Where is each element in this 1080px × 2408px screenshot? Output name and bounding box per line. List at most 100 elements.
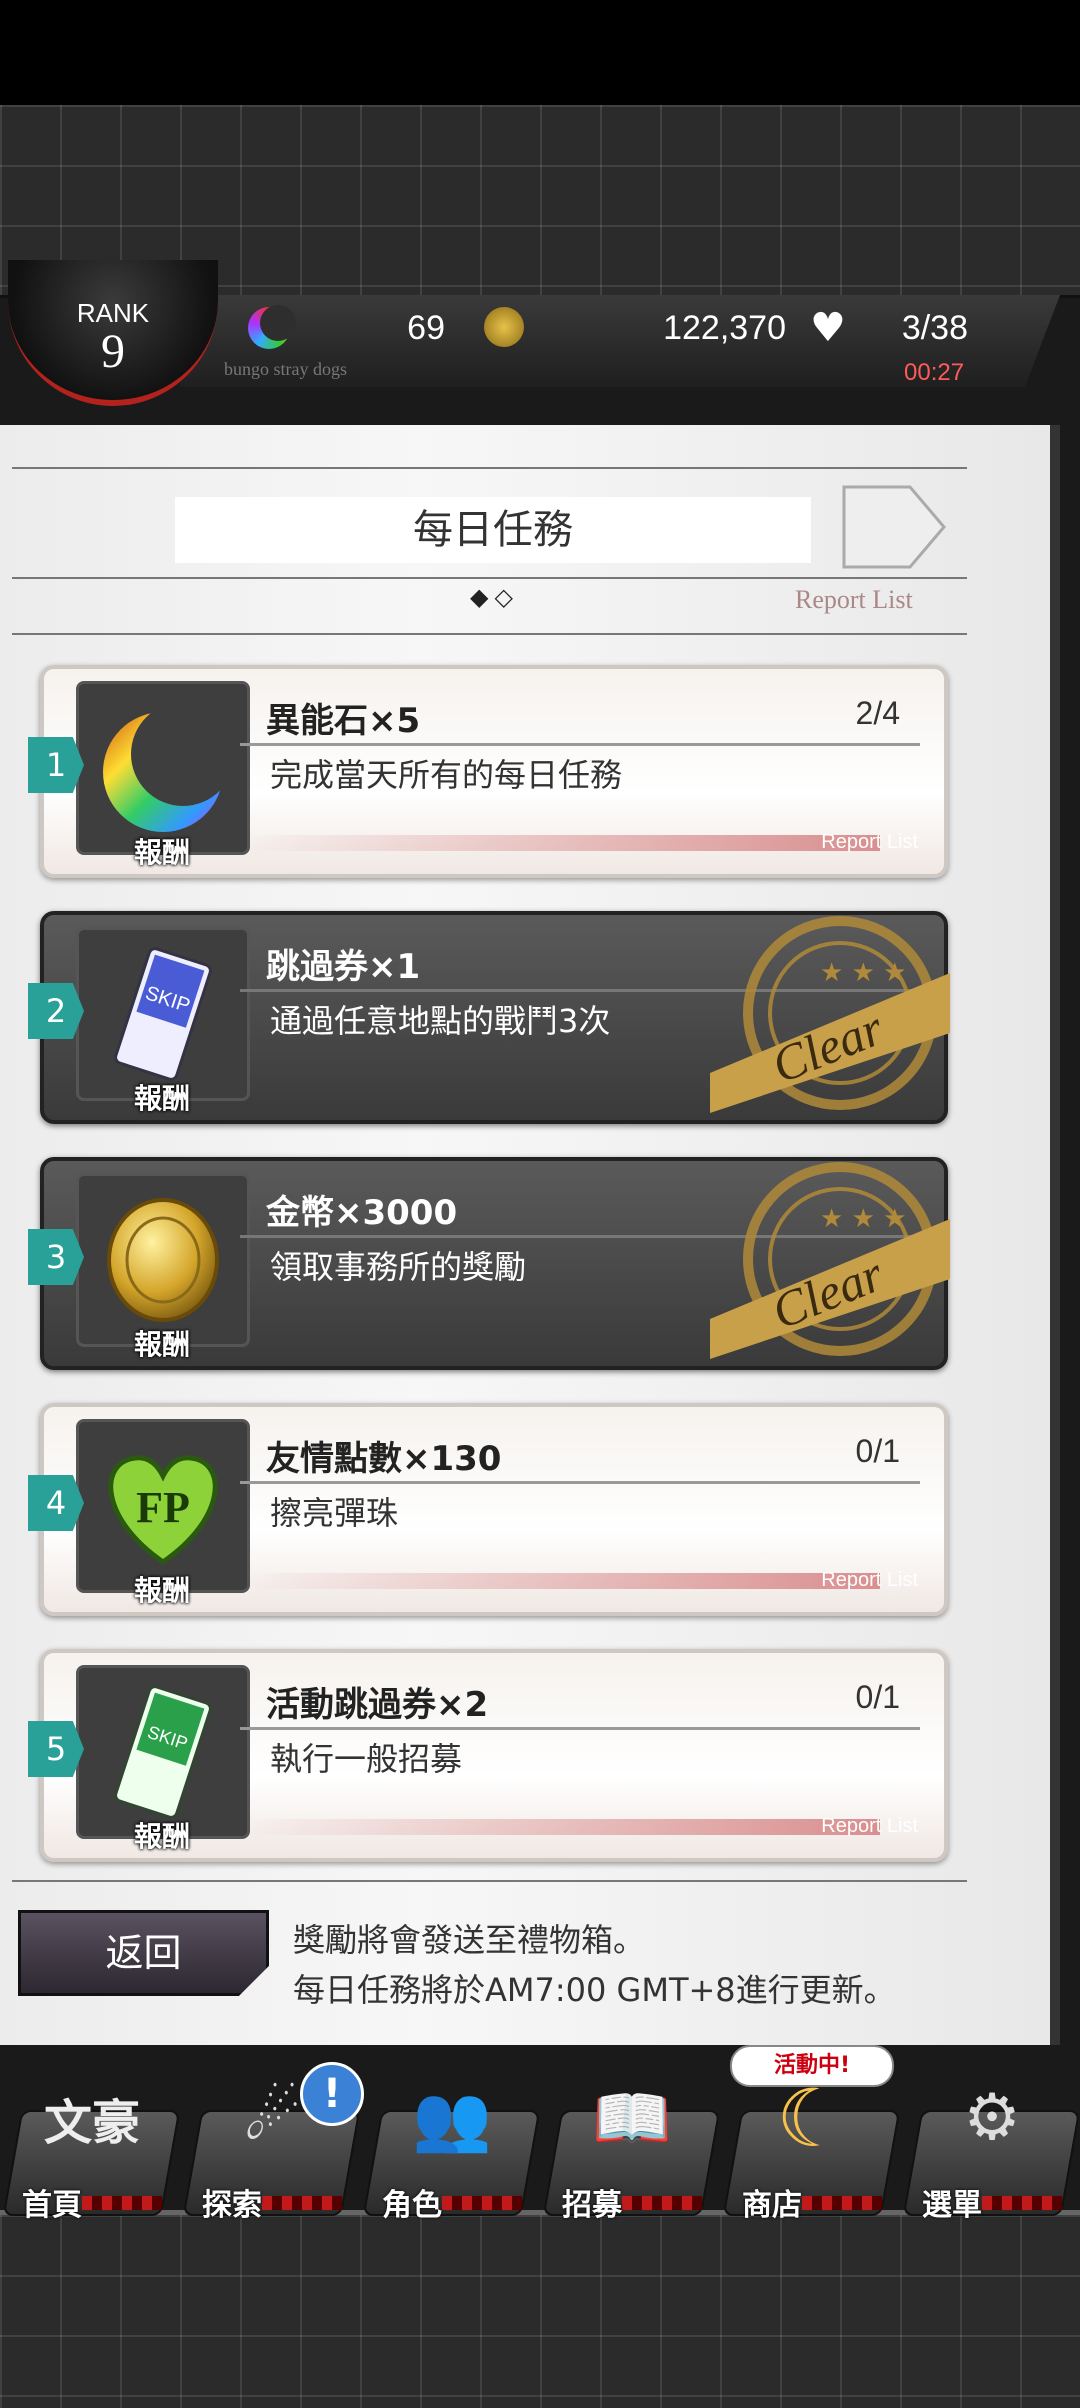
mission-panel: 每日任務 ◆◇ Report List 1 報酬 異能石×5 完成當天所有的每日…: [0, 425, 1060, 2045]
reward-label: 報酬: [133, 836, 190, 869]
characters-icon: 👥: [412, 2081, 492, 2156]
reward-icon-box: [76, 681, 250, 855]
nav-strip: [802, 2196, 882, 2210]
stamp-text: Clear: [764, 1245, 891, 1340]
nav-strip: [82, 2196, 162, 2210]
mission-description: 領取事務所的獎勵: [270, 1248, 527, 1286]
nav-menu[interactable]: ⚙ 選單: [902, 2070, 1080, 2223]
system-status-bar: [0, 0, 1080, 105]
mission-card[interactable]: FP 4 報酬 友情點數×130 擦亮彈珠 0/1 Report List: [28, 1403, 948, 1616]
mission-number: 4: [28, 1475, 84, 1531]
mission-number: 2: [28, 983, 84, 1039]
notice-line-2: 每日任務將於AM7:00 GMT+8進行更新。: [293, 1971, 896, 2009]
progress-bar: [240, 1819, 880, 1835]
nav-characters[interactable]: 👥 角色: [362, 2070, 541, 2223]
rainbow-crescent-stone-icon: [103, 702, 235, 832]
menu-gear-icon: ⚙: [963, 2081, 1021, 2155]
explore-alert-badge: !: [300, 2062, 364, 2126]
clear-stamp-icon: ★ ★ ★ Clear: [710, 1162, 950, 1359]
report-list-link[interactable]: Report List: [795, 585, 913, 615]
mission-reward-title: 跳過券×1: [266, 947, 421, 987]
nav-strip: [982, 2196, 1062, 2210]
page-indicator: ◆◇: [470, 583, 519, 611]
nav-strip: [442, 2196, 522, 2210]
fp-heart-icon: FP: [108, 1455, 218, 1566]
notice-text: 獎勵將會發送至禮物箱。 每日任務將於AM7:00 GMT+8進行更新。: [293, 1915, 896, 2015]
divider: [12, 577, 967, 579]
player-status-bar: RANK 9 69 122,370 ♥ 3/38 bungo stray dog…: [0, 260, 1080, 406]
nav-label: 選單: [922, 2188, 982, 2223]
next-page-button[interactable]: [840, 483, 948, 571]
nav-label: 首頁: [22, 2188, 82, 2223]
recruit-book-icon: 📖: [592, 2081, 672, 2156]
nav-label: 招募: [562, 2188, 622, 2223]
reward-icon-box: SKIP: [76, 927, 250, 1101]
divider: [12, 467, 967, 469]
progress-bar: [240, 835, 880, 851]
reward-label: 報酬: [133, 1820, 190, 1853]
panel-title: 每日任務: [175, 497, 811, 563]
mission-description: 執行一般招募: [270, 1740, 463, 1778]
event-skip-ticket-icon: SKIP: [114, 1685, 212, 1819]
nav-label: 商店: [742, 2188, 802, 2223]
reward-icon-box: [76, 1173, 250, 1347]
nav-shop[interactable]: ☾ 商店: [722, 2070, 901, 2223]
event-active-bubble: 活動中!: [730, 2045, 894, 2087]
divider: [12, 1880, 967, 1882]
mission-card[interactable]: SKIP 2 報酬 跳過券×1 通過任意地點的戰鬥3次 ★ ★ ★ Clear: [28, 911, 950, 1124]
mission-description: 完成當天所有的每日任務: [270, 756, 623, 794]
stamp-text: Clear: [764, 999, 891, 1094]
nav-strip: [262, 2196, 342, 2210]
arrow-right-icon: [842, 485, 946, 569]
report-list-label: Report List: [821, 1569, 918, 1591]
mission-progress: 0/1: [855, 1433, 900, 1469]
nav-label: 探索: [202, 2188, 262, 2223]
report-list-label: Report List: [821, 1815, 918, 1837]
svg-text:FP: FP: [136, 1483, 190, 1532]
mission-number: 3: [28, 1229, 84, 1285]
bottom-navigation: 文豪 首頁 ☄ 探索 👥 角色 📖 招募 ☾ 商店 ⚙ 選單: [0, 2040, 1080, 2223]
reward-label: 報酬: [133, 1574, 190, 1607]
mission-reward-title: 異能石×5: [266, 701, 421, 741]
game-subtitle: bungo stray dogs: [224, 359, 347, 379]
footer-background: [0, 2215, 1080, 2408]
progress-bar: [240, 1573, 880, 1589]
nav-strip: [622, 2196, 702, 2210]
mission-reward-title: 金幣×3000: [266, 1193, 458, 1233]
divider: [12, 633, 967, 635]
stone-count: 69: [407, 309, 445, 347]
reward-icon-box: FP: [76, 1419, 250, 1593]
reward-label: 報酬: [133, 1082, 190, 1115]
coin-count: 122,370: [663, 309, 786, 347]
mission-reward-title: 活動跳過券×2: [266, 1685, 489, 1725]
nav-recruit[interactable]: 📖 招募: [542, 2070, 721, 2223]
divider: [240, 1727, 920, 1730]
reward-icon-box: SKIP: [76, 1665, 250, 1839]
mission-progress: 0/1: [855, 1679, 900, 1715]
svg-text:★ ★ ★: ★ ★ ★: [820, 958, 906, 988]
mission-reward-title: 友情點數×130: [266, 1439, 502, 1479]
ap-timer: 00:27: [904, 359, 965, 386]
gold-coin-icon: [107, 1198, 219, 1322]
mission-card[interactable]: 3 報酬 金幣×3000 領取事務所的獎勵 ★ ★ ★ Clear: [28, 1157, 950, 1370]
reward-label: 報酬: [133, 1328, 190, 1361]
skip-ticket-icon: SKIP: [114, 947, 212, 1081]
svg-text:★ ★ ★: ★ ★ ★: [820, 1204, 906, 1234]
ap-count: 3/38: [901, 309, 968, 347]
clear-stamp-icon: ★ ★ ★ Clear: [710, 916, 950, 1113]
divider: [240, 743, 920, 746]
rank-value: 9: [101, 325, 125, 378]
report-list-label: Report List: [821, 831, 918, 853]
ap-heart-icon: ♥: [810, 305, 846, 351]
back-button[interactable]: 返回: [18, 1910, 269, 1996]
mission-card[interactable]: SKIP 5 報酬 活動跳過券×2 執行一般招募 0/1 Report List: [28, 1649, 948, 1862]
coin-icon: [484, 307, 524, 347]
mission-description: 擦亮彈珠: [270, 1494, 399, 1532]
ability-stone-icon: [248, 305, 296, 349]
nav-home[interactable]: 文豪 首頁: [2, 2070, 181, 2223]
mission-description: 通過任意地點的戰鬥3次: [270, 1002, 611, 1040]
mission-number: 1: [28, 737, 84, 793]
mission-number: 5: [28, 1721, 84, 1777]
mission-card[interactable]: 1 報酬 異能石×5 完成當天所有的每日任務 2/4 Report List: [28, 665, 948, 878]
divider: [240, 1481, 920, 1484]
